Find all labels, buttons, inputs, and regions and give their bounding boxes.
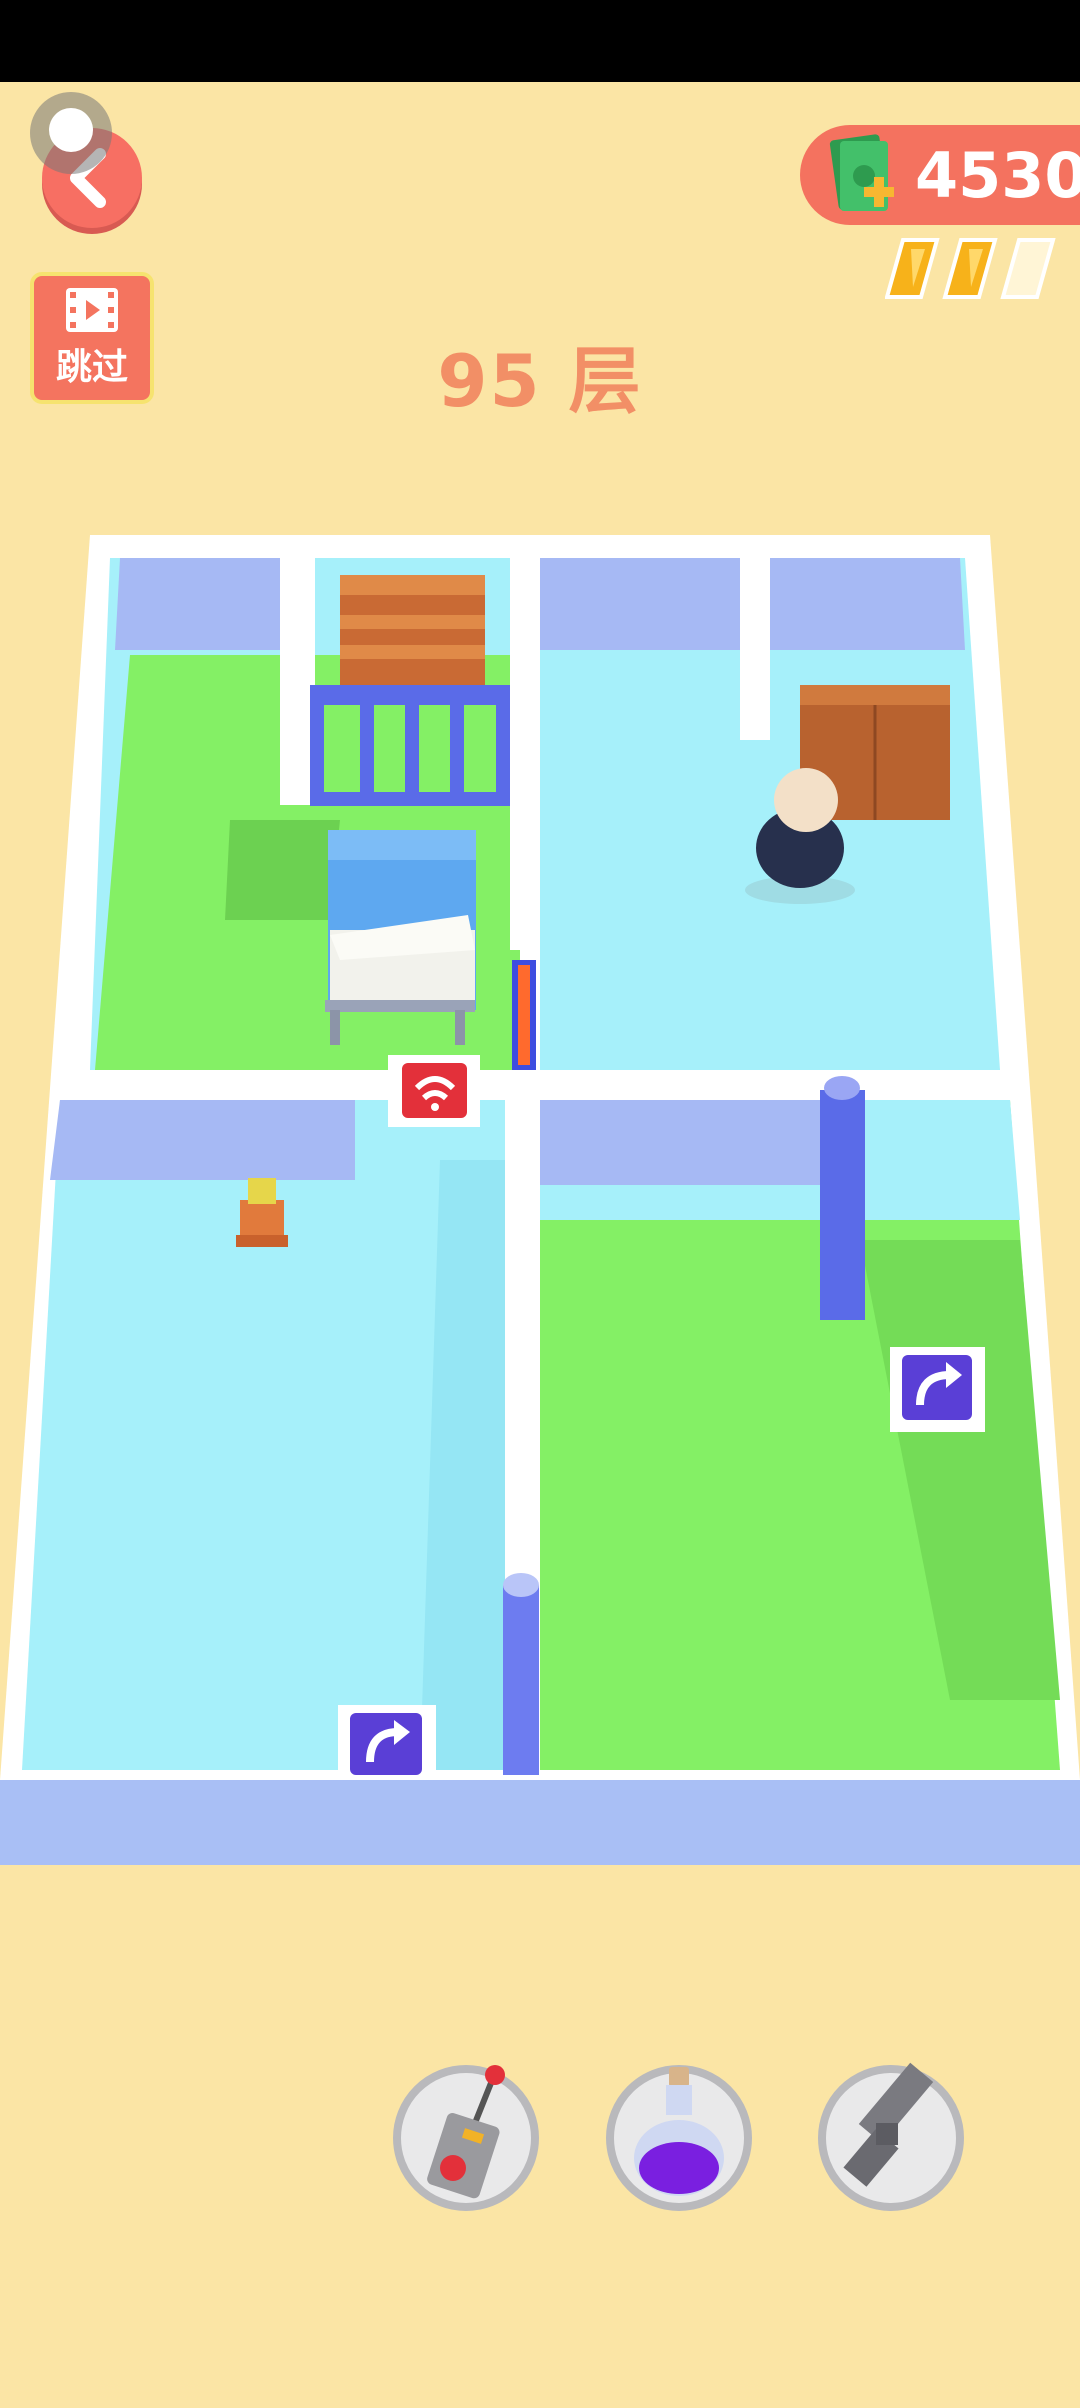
money-value: 4530	[915, 139, 1080, 212]
game-board[interactable]	[0, 520, 1080, 1870]
remote-control-icon	[427, 2065, 505, 2199]
rotate-tile-right	[890, 1347, 985, 1432]
cash-plus-icon	[829, 134, 894, 211]
tool-remote-control[interactable]	[393, 2065, 539, 2211]
rotate-tile-bottom	[338, 1705, 436, 1780]
laser-beam	[512, 960, 536, 1070]
touch-indicator	[30, 92, 112, 174]
level-title: 95 层	[437, 339, 643, 423]
energy-cell-2-icon	[942, 238, 998, 299]
potion-icon	[634, 2067, 724, 2196]
tool-poison-potion[interactable]	[606, 2065, 752, 2211]
pistol-icon	[843, 2062, 934, 2187]
energy-cell-3-icon	[1000, 238, 1056, 299]
bookshelf	[340, 575, 485, 695]
alarm-sign	[388, 1055, 480, 1127]
energy-cell-1-icon	[885, 238, 940, 299]
energy-bar	[885, 238, 1056, 299]
tool-pistol[interactable]	[818, 2062, 964, 2211]
money-counter[interactable]: 4530	[800, 125, 1080, 225]
status-bar	[0, 0, 1080, 82]
